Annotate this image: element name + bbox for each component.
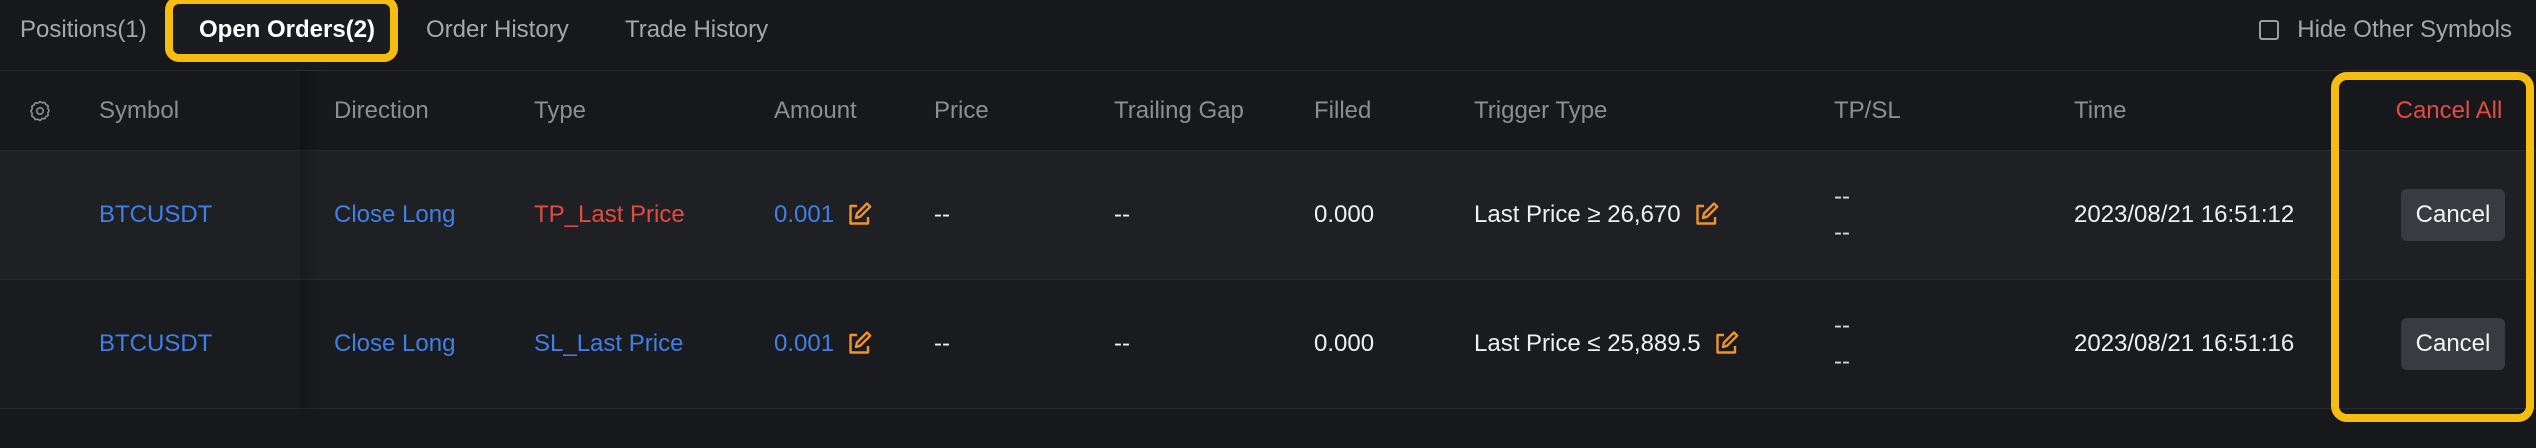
row-type: SL_Last Price: [534, 330, 684, 357]
edit-icon[interactable]: [1713, 331, 1739, 357]
row-trigger-type: Last Price ≥ 26,670: [1474, 201, 1681, 228]
edit-icon[interactable]: [846, 331, 872, 357]
row-price: --: [934, 330, 950, 357]
row-time: 2023/08/21 16:51:16: [2074, 330, 2295, 357]
header-time: Time: [2074, 96, 2127, 124]
tab-open-orders[interactable]: Open Orders(2): [199, 0, 375, 60]
header-trailing-gap: Trailing Gap: [1114, 96, 1244, 124]
row-trigger-type: Last Price ≤ 25,889.5: [1474, 330, 1701, 357]
row-filled: 0.000: [1314, 330, 1375, 357]
row-sl: --: [1834, 348, 1850, 375]
header-symbol: Symbol: [99, 96, 180, 124]
row-amount-cell: 0.001: [774, 280, 872, 408]
header-filled: Filled: [1314, 96, 1372, 124]
table-row: BTCUSDT Close Long SL_Last Price 0.001 -…: [0, 280, 2536, 409]
header-type: Type: [534, 96, 587, 124]
cancel-all-button[interactable]: Cancel All: [2384, 71, 2514, 151]
frozen-column-shadow: [300, 71, 324, 409]
row-filled: 0.000: [1314, 201, 1375, 228]
header-direction: Direction: [334, 96, 429, 124]
cancel-order-button[interactable]: Cancel: [2401, 189, 2505, 241]
row-tp: --: [1834, 312, 1850, 339]
row-symbol[interactable]: BTCUSDT: [99, 280, 212, 408]
cancel-order-button[interactable]: Cancel: [2401, 318, 2505, 370]
row-trailing-gap: --: [1114, 330, 1130, 357]
header-price: Price: [934, 96, 989, 124]
row-amount: 0.001: [774, 201, 835, 228]
row-sl: --: [1834, 219, 1850, 246]
header-amount: Amount: [774, 96, 857, 124]
row-amount: 0.001: [774, 330, 835, 357]
order-tabs: Positions(1) Open Orders(2) Order Histor…: [0, 0, 2536, 71]
header-tpsl: TP/SL: [1834, 96, 1901, 124]
row-time: 2023/08/21 16:51:12: [2074, 201, 2295, 228]
row-type: TP_Last Price: [534, 201, 685, 228]
header-trigger-type: Trigger Type: [1474, 96, 1608, 124]
hide-other-symbols-label: Hide Other Symbols: [2297, 16, 2512, 43]
row-trigger-type-cell: Last Price ≤ 25,889.5: [1474, 280, 1739, 408]
tab-order-history[interactable]: Order History: [426, 0, 569, 60]
row-direction: Close Long: [334, 201, 456, 228]
tab-trade-history[interactable]: Trade History: [625, 0, 768, 60]
table-header-row: Symbol Direction Type Amount Price Trail…: [0, 71, 2536, 151]
hide-other-symbols-checkbox[interactable]: [2259, 20, 2280, 40]
row-trigger-type-cell: Last Price ≥ 26,670: [1474, 151, 1719, 279]
gear-icon[interactable]: [28, 99, 52, 123]
row-direction: Close Long: [334, 330, 456, 357]
row-trailing-gap: --: [1114, 201, 1130, 228]
edit-icon[interactable]: [1693, 202, 1719, 228]
tab-positions[interactable]: Positions(1): [20, 0, 147, 60]
hide-other-symbols-toggle[interactable]: Hide Other Symbols: [2259, 16, 2512, 44]
row-tpsl: -- --: [1834, 151, 1850, 279]
row-price: --: [934, 201, 950, 228]
row-tp: --: [1834, 183, 1850, 210]
row-amount-cell: 0.001: [774, 151, 872, 279]
row-tpsl: -- --: [1834, 280, 1850, 408]
table-row: BTCUSDT Close Long TP_Last Price 0.001 -…: [0, 151, 2536, 280]
row-symbol[interactable]: BTCUSDT: [99, 151, 212, 279]
table-footer-area: [0, 409, 2536, 448]
edit-icon[interactable]: [846, 202, 872, 228]
